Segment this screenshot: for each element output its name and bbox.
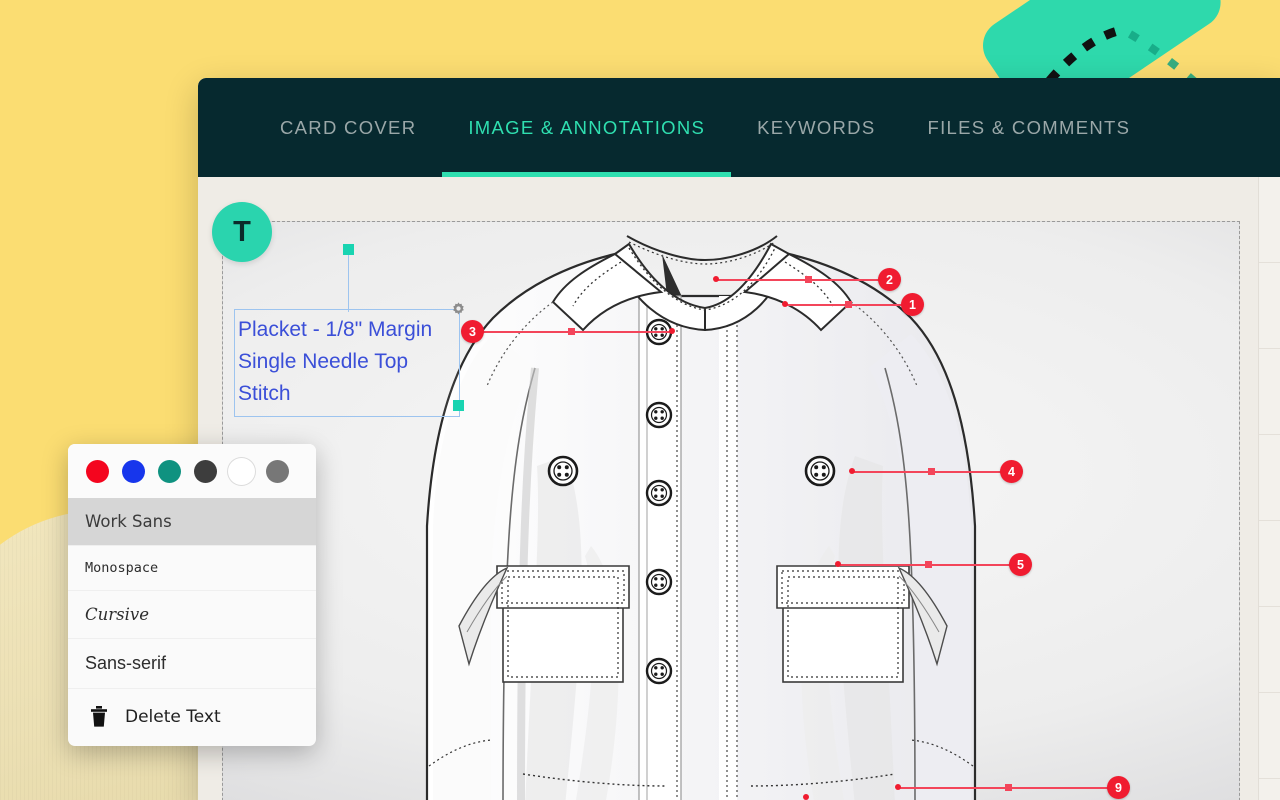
tab-label: IMAGE & ANNOTATIONS: [468, 116, 706, 138]
tab-files-comments[interactable]: FILES & COMMENTS: [902, 78, 1157, 177]
list-item[interactable]: [1259, 521, 1280, 607]
font-option-monospace[interactable]: Monospace: [68, 546, 316, 591]
list-item[interactable]: [1259, 177, 1280, 263]
color-swatch-teal[interactable]: [158, 460, 181, 483]
card-detail-window: CARD COVER IMAGE & ANNOTATIONS KEYWORDS …: [198, 78, 1280, 800]
list-item[interactable]: [1259, 435, 1280, 521]
color-swatch-row: [68, 444, 316, 498]
tab-label: CARD COVER: [280, 116, 417, 138]
annotation-marker-2[interactable]: 2: [878, 268, 901, 291]
tab-keywords[interactable]: KEYWORDS: [731, 78, 901, 177]
tab-label: KEYWORDS: [757, 116, 876, 138]
color-swatch-red[interactable]: [86, 460, 109, 483]
delete-text-label: Delete Text: [125, 706, 221, 727]
font-option-cursive[interactable]: Cursive: [68, 591, 316, 639]
list-item[interactable]: [1259, 349, 1280, 435]
text-annotation-box[interactable]: Placket - 1/8" Margin Single Needle Top …: [234, 309, 460, 417]
text-style-popup[interactable]: Work Sans Monospace Cursive Sans-serif D…: [68, 444, 316, 746]
annotation-text-line: Placket - 1/8" Margin: [238, 318, 433, 341]
annotation-marker-5[interactable]: 5: [1009, 553, 1032, 576]
tab-bar: CARD COVER IMAGE & ANNOTATIONS KEYWORDS …: [198, 78, 1280, 177]
text-tool-label: T: [233, 215, 251, 248]
text-tool-button[interactable]: T: [212, 202, 272, 262]
color-swatch-gray[interactable]: [266, 460, 289, 483]
color-swatch-blue[interactable]: [122, 460, 145, 483]
resize-handle-top[interactable]: [343, 244, 354, 255]
annotation-text-line: Stitch: [238, 382, 291, 405]
artboard[interactable]: [222, 221, 1240, 800]
list-item[interactable]: [1259, 263, 1280, 349]
screen: CARD COVER IMAGE & ANNOTATIONS KEYWORDS …: [0, 0, 1280, 800]
color-swatch-white[interactable]: [230, 460, 253, 483]
marker-number: 2: [886, 272, 893, 287]
resize-handle-bottom[interactable]: [453, 400, 464, 411]
annotation-marker-9[interactable]: 9: [1107, 776, 1130, 799]
annotation-text-line: Single Needle Top: [238, 350, 409, 373]
tab-label: FILES & COMMENTS: [927, 116, 1131, 138]
annotation-marker-3[interactable]: 3: [461, 320, 484, 343]
annotation-connector-line: [348, 250, 349, 312]
annotation-canvas[interactable]: [198, 177, 1280, 800]
font-option-sans-serif[interactable]: Sans-serif: [68, 639, 316, 689]
annotation-marker-4[interactable]: 4: [1000, 460, 1023, 483]
marker-number: 9: [1115, 780, 1122, 795]
font-option-label: Monospace: [85, 560, 159, 576]
color-swatch-dark-gray[interactable]: [194, 460, 217, 483]
marker-number: 5: [1017, 557, 1024, 572]
list-item[interactable]: [1259, 607, 1280, 693]
marker-number: 4: [1008, 464, 1015, 479]
tab-card-cover[interactable]: CARD COVER: [254, 78, 442, 177]
gear-icon[interactable]: [450, 301, 467, 318]
trash-icon: [91, 706, 107, 727]
marker-number: 1: [909, 297, 916, 312]
annotation-list-panel[interactable]: [1258, 177, 1280, 800]
list-item[interactable]: [1259, 693, 1280, 779]
font-option-label: Cursive: [85, 605, 149, 624]
annotation-marker-1[interactable]: 1: [901, 293, 924, 316]
delete-text-button[interactable]: Delete Text: [68, 689, 316, 746]
font-option-label: Work Sans: [85, 512, 172, 531]
marker-number: 3: [469, 324, 476, 339]
font-option-work-sans[interactable]: Work Sans: [68, 498, 316, 546]
font-option-label: Sans-serif: [85, 653, 167, 673]
tab-image-annotations[interactable]: IMAGE & ANNOTATIONS: [442, 78, 731, 177]
